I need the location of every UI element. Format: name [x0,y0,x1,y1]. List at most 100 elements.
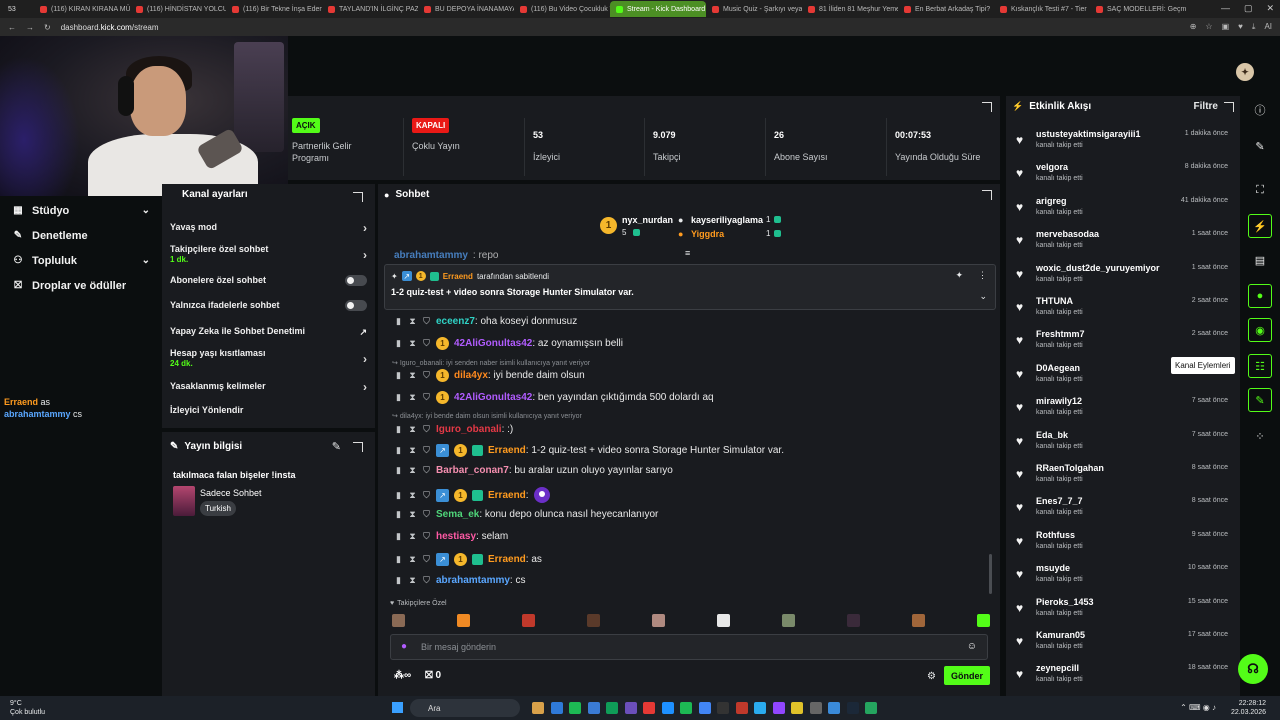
taskbar-app-icon[interactable] [754,702,766,714]
activity-item[interactable]: ♥ msuyde kanalı takip etti 10 saat önce [1016,563,1232,593]
support-button[interactable]: ☊ [1238,654,1268,684]
chatter-avatar[interactable] [847,614,860,627]
wrench-icon[interactable]: ✎ [1248,388,1272,412]
delete-icon[interactable]: ▮ [394,316,403,327]
tab-count[interactable]: 53 [2,1,34,17]
settings-icon[interactable]: ⚙ [927,671,936,682]
clock[interactable]: 22:28:12 22.03.2026 [1231,699,1266,717]
ban-icon[interactable]: ⛉ [422,554,431,565]
taskbar-app-icon[interactable] [698,702,711,714]
browser-tab[interactable]: Music Quiz - Şarkıyı veya [706,1,802,17]
delete-icon[interactable]: ▮ [394,509,403,520]
fullscreen-icon[interactable]: ⛶ [1248,178,1272,202]
nav-item[interactable]: ⛝ Droplar ve ödüller [0,273,162,298]
timeout-icon[interactable]: ⧗ [408,575,417,586]
browser-tab[interactable]: TAYLAND'IN İLGİNÇ PAZ [322,1,418,17]
chat-username[interactable]: Iguro_obanali [436,424,502,435]
leader-name[interactable]: Yiggdra [691,229,724,239]
activity-item[interactable]: ♥ Pieroks_1453 kanalı takip etti 15 saat ön… [1016,597,1232,627]
taskbar-app-icon[interactable] [846,702,859,714]
back-icon[interactable]: ← [8,23,16,32]
pinned-by-user[interactable]: Erraend [443,272,473,281]
expand-icon[interactable] [982,102,992,112]
activity-item[interactable]: ♥ ustusteyaktimsigarayiii1 kanalı takip et… [1016,129,1232,159]
taskbar-app-icon[interactable] [717,702,729,714]
forward-icon[interactable]: → [26,23,34,32]
expand-icon[interactable] [353,192,363,202]
taskbar-app-icon[interactable] [791,702,803,714]
timeout-icon[interactable]: ⧗ [408,338,417,349]
expand-icon[interactable] [353,442,363,452]
kick-logo[interactable]: ✦ [1236,63,1254,81]
gift-button[interactable]: ⛝ 0 [425,670,441,681]
activity-item[interactable]: ♥ woxic_dust2de_yuruyemiyor kanalı takip e… [1016,263,1232,293]
browser-tab[interactable]: Kıskançlık Testi #7 - Tier [994,1,1090,17]
timeout-icon[interactable]: ⧗ [408,490,417,501]
ban-icon[interactable]: ⛉ [422,392,431,403]
delete-icon[interactable]: ▮ [394,465,403,476]
channel-setting[interactable]: İzleyici Yönlendir [170,405,367,415]
activity-item[interactable]: ♥ mervebasodaa kanalı takip etti 1 saat önc… [1016,229,1232,259]
nav-item[interactable]: ▦ Stüdyo ⌄ [0,198,162,223]
activity-item[interactable]: ♥ THTUNA kanalı takip etti 2 saat önce [1016,296,1232,326]
browser-tab[interactable]: (116) HİNDİSTAN YOLCU [130,1,226,17]
broadcast-icon[interactable]: ◉ [1248,318,1272,342]
channel-actions-icon[interactable]: ☷ [1248,354,1272,378]
timeout-icon[interactable]: ⧗ [408,554,417,565]
chat-username[interactable]: abrahamtammy [394,250,468,261]
ban-icon[interactable]: ⛉ [422,370,431,381]
taskbar-app-icon[interactable] [735,702,748,714]
chatter-avatar[interactable] [782,614,795,627]
chatter-avatar[interactable] [912,614,925,627]
nav-item[interactable]: ⚇ Topluluk ⌄ [0,248,162,273]
browser-tab[interactable]: Stream - Kick Dashboard [610,1,706,17]
chat-username[interactable]: Sema_ek [436,509,479,520]
taskbar-app-icon[interactable] [569,702,581,714]
mic-icon[interactable]: ● [401,641,407,652]
chevron-down-icon[interactable]: ⌄ [979,291,987,302]
minimize-icon[interactable]: — [1221,3,1230,14]
delete-icon[interactable]: ▮ [394,490,403,501]
chatter-avatar[interactable] [457,614,470,627]
chat-username[interactable]: 42AliGonultas42 [454,392,532,403]
timeout-icon[interactable]: ⧗ [408,370,417,381]
downloads-icon[interactable]: ⤓ [1252,22,1256,32]
edit-icon[interactable]: ✎ [332,440,341,453]
activity-item[interactable]: ♥ arigreg kanalı takip etti 41 dakika önce [1016,196,1232,226]
more-icon[interactable]: ⋮ [978,270,987,281]
apps-icon[interactable]: ⁘ [1248,424,1272,448]
emoji-icon[interactable]: ☺ [967,641,977,652]
taskbar-app-icon[interactable] [606,702,618,714]
ban-icon[interactable]: ⛉ [422,465,431,476]
browser-tab[interactable]: En Berbat Arkadaş Tipi? [898,1,994,17]
chat-username[interactable]: Erraend [488,445,526,456]
browser-tab[interactable]: (116) KIRAN KIRANA MÜC [34,1,130,17]
heart-icon[interactable]: ♥ [1238,22,1243,32]
star-icon[interactable]: ☆ [1205,22,1212,32]
chat-username[interactable]: Erraend [488,490,526,501]
toggle-switch[interactable] [345,300,367,311]
channel-setting[interactable]: Hesap yaşı kısıtlaması 24 dk. › [170,348,367,368]
browser-tab[interactable]: (116) Bu Video Çocukluk T [514,1,610,17]
document-icon[interactable]: ▤ [1248,248,1272,272]
info-icon[interactable]: ⓘ [1248,98,1272,122]
delete-icon[interactable]: ▮ [394,575,403,586]
channel-setting[interactable]: Yapay Zeka ile Sohbet Denetimi ↗ [170,326,367,337]
channel-setting[interactable]: Abonelere özel sohbet [170,275,367,286]
taskbar-app-icon[interactable] [587,702,600,714]
ban-icon[interactable]: ⛉ [422,531,431,542]
delete-icon[interactable]: ▮ [394,554,403,565]
browser-tab[interactable]: (116) Bir Tekne İnşa Eden [226,1,322,17]
delete-icon[interactable]: ▮ [394,392,403,403]
unpin-icon[interactable]: ✦ [955,270,963,281]
timeout-icon[interactable]: ⧗ [408,445,417,456]
taskbar-search[interactable]: Ara [410,699,520,717]
activity-item[interactable]: ♥ Eda_bk kanalı takip etti 7 saat önce [1016,430,1232,460]
weather-widget[interactable]: 9°C Çok bulutlu [10,699,45,717]
scrollbar[interactable] [989,554,992,594]
channel-setting[interactable]: Yalnızca ifadelerle sohbet [170,300,367,311]
taskbar-app-icon[interactable] [865,702,877,714]
channel-setting[interactable]: Yasaklanmış kelimeler › [170,380,367,394]
maximize-icon[interactable]: ▢ [1244,3,1253,14]
chat-username[interactable]: abrahamtammy [436,575,510,586]
